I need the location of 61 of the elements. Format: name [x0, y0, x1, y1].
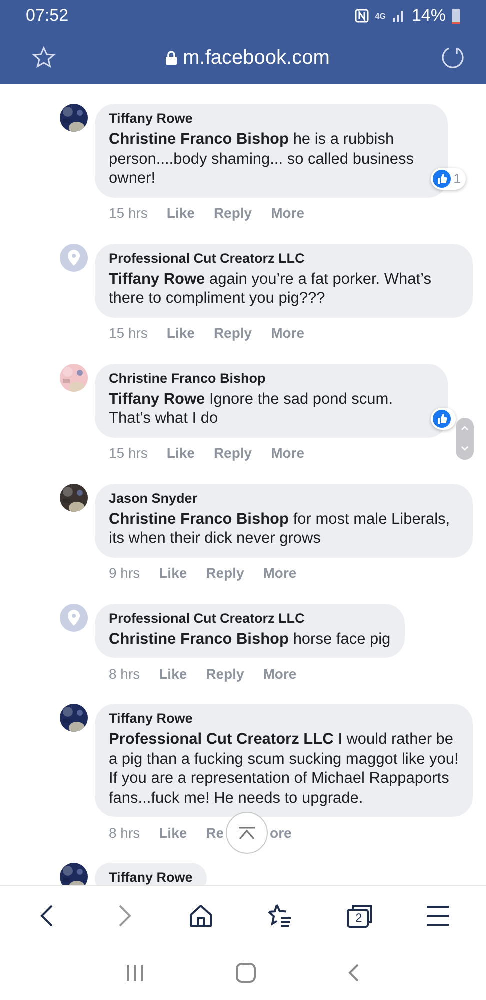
comment-action-link[interactable]: Like — [159, 824, 188, 840]
comment-action-link[interactable]: Like — [166, 445, 195, 461]
comment-action-link[interactable]: More — [271, 325, 305, 341]
home-nav-button[interactable] — [236, 963, 256, 983]
reaction-badge[interactable]: 1 — [430, 168, 466, 190]
scroll-handle[interactable] — [456, 418, 474, 460]
comment-time: 8 hrs — [109, 824, 140, 840]
comment-action-link[interactable]: Like — [159, 666, 188, 682]
comment-author[interactable]: Tiffany Rowe — [109, 111, 434, 126]
comment-author[interactable]: Jason Snyder — [109, 490, 459, 506]
battery-icon — [452, 8, 460, 24]
comment-action-link[interactable]: More — [271, 205, 305, 221]
lock-icon — [166, 51, 178, 65]
comment-author[interactable]: Tiffany Rowe — [109, 870, 193, 885]
bookmarks-button[interactable] — [266, 903, 294, 929]
comment-text: Christine Franco Bishop for most male Liberals, its when their dick never grows — [109, 510, 452, 548]
comment-action-link[interactable]: Reply — [214, 325, 252, 341]
comment-author[interactable]: Professional Cut Creatorz LLC — [109, 250, 459, 266]
comment-time: 15 hrs — [109, 325, 148, 341]
comment-action-link[interactable]: Like — [166, 205, 195, 221]
comment-author[interactable]: Professional Cut Creatorz LLC — [109, 610, 391, 626]
comment-time: 15 hrs — [109, 205, 148, 221]
recent-apps-button[interactable] — [125, 964, 146, 982]
scroll-to-top-button[interactable] — [226, 812, 268, 854]
comment-action-link[interactable]: Like — [166, 325, 195, 341]
comment-time: 8 hrs — [109, 666, 140, 682]
like-icon — [432, 170, 451, 188]
comment-text: Tiffany Rowe again you’re a fat porker. What’s there to compliment you pig??? — [109, 270, 432, 308]
network-type: 4G — [375, 12, 386, 20]
comment-action-link[interactable]: Reply — [214, 445, 252, 461]
battery-percent: 14% — [412, 6, 446, 26]
url-text[interactable]: m.facebook.com — [183, 46, 330, 70]
comment-author[interactable]: Christine Franco Bishop — [109, 370, 434, 386]
comment-action-link[interactable]: Reply — [206, 666, 244, 682]
caret-up-icon — [237, 826, 258, 840]
comment-text: Professional Cut Creatorz LLC I would rather be a pig than a fucking scum sucking maggot like you! If you are a representation of Michael Rappaports fans...fuck me! He needs to upgrade. — [109, 730, 459, 808]
home-button[interactable] — [188, 903, 214, 929]
signal-icon — [392, 10, 406, 22]
comment-text: Christine Franco Bishop he is a rubbish person....body shaming... so called business owner! — [109, 130, 416, 188]
like-icon — [433, 410, 451, 428]
comment-text: Christine Franco Bishop horse face pig — [109, 630, 391, 649]
status-time: 07:52 — [26, 6, 69, 26]
comment-action-link[interactable]: ore — [270, 824, 292, 840]
comment-action-link[interactable]: Like — [159, 565, 188, 581]
comment-author[interactable]: Tiffany Rowe — [109, 711, 459, 726]
comment-action-link[interactable]: Reply — [206, 565, 244, 581]
reload-button[interactable] — [440, 45, 466, 71]
comment-text: Tiffany Rowe Ignore the sad pond scum. That’s what I do — [109, 390, 394, 428]
comment-action-link[interactable]: Reply — [214, 205, 252, 221]
bookmark-star-button[interactable] — [32, 46, 56, 70]
comment-action-link[interactable]: More — [263, 666, 297, 682]
comment-time: 9 hrs — [109, 565, 140, 581]
menu-button[interactable] — [426, 905, 450, 927]
comment-time: 15 hrs — [109, 445, 148, 461]
back-nav-button[interactable] — [346, 963, 361, 983]
comment-action-link[interactable]: More — [271, 445, 305, 461]
comment-action-link[interactable]: More — [263, 565, 297, 581]
comment-action-link[interactable]: Re — [206, 824, 224, 840]
reaction-badge[interactable] — [431, 408, 456, 430]
nfc-icon — [355, 9, 370, 23]
reaction-count: 1 — [454, 171, 461, 186]
